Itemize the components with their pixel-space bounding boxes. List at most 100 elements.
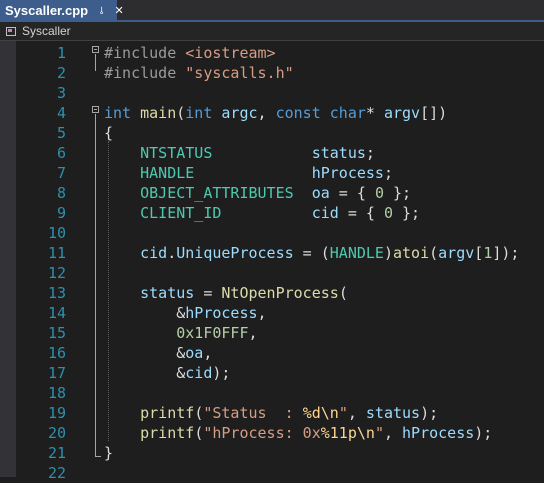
code-line[interactable]: 2 #include "syscalls.h" (0, 63, 544, 83)
code-line[interactable]: 20 printf("hProcess: 0x%11p\n", hProcess… (0, 423, 544, 443)
code-token: cid (311, 204, 339, 222)
code-line[interactable]: 1 #include <iostream> (0, 43, 544, 63)
code-line[interactable]: 16 &oa, (0, 343, 544, 363)
code-line[interactable]: 22 (0, 463, 544, 483)
collapse-icon-main[interactable] (92, 106, 99, 113)
code-token: NTSTATUS (140, 144, 213, 162)
code-text: #include <iostream> (104, 43, 276, 63)
code-token: printf (140, 404, 195, 422)
code-token: ]); (492, 244, 520, 262)
fold-guide-main (95, 114, 96, 456)
code-token: ( (194, 424, 204, 442)
code-token: 0 (374, 184, 384, 202)
fold-guide-includes (95, 54, 96, 71)
code-token: "hProcess: 0x (203, 424, 321, 442)
code-token: \n (320, 404, 339, 422)
code-token: atoi (393, 244, 430, 262)
code-text: int main(int argc, const char* argv[]) (104, 103, 447, 123)
code-text: 0x1F0FFF, (104, 323, 258, 343)
line-number: 8 (56, 184, 66, 202)
code-token: ); (212, 364, 231, 382)
code-token: }; (383, 184, 412, 202)
close-icon[interactable]: ✕ (115, 4, 124, 17)
code-line[interactable]: 6 NTSTATUS status; (0, 143, 544, 163)
tab-syscaller-cpp[interactable]: Syscaller.cpp ⊸ ✕ (0, 0, 124, 20)
code-editor[interactable]: 1 #include <iostream> 2 #include "syscalls.… (0, 41, 544, 482)
pin-icon[interactable]: ⊸ (96, 6, 107, 14)
code-line[interactable]: 11 cid.UniqueProcess = (HANDLE)atoi(argv… (0, 243, 544, 263)
code-token: OBJECT_ATTRIBUTES (140, 184, 294, 202)
code-token: main (140, 104, 177, 122)
code-line[interactable]: 9 CLIENT_ID cid = { 0 }; (0, 203, 544, 223)
code-line[interactable]: 19 printf("Status : %d\n", status); (0, 403, 544, 423)
code-line[interactable]: 21} (0, 443, 544, 463)
line-number: 17 (47, 364, 66, 382)
project-dropdown[interactable]: Syscaller (22, 24, 71, 38)
code-line[interactable]: 13 status = NtOpenProcess( (0, 283, 544, 303)
code-token: "Status : (203, 404, 303, 422)
code-token: ( (338, 284, 348, 302)
code-token: printf (140, 424, 195, 442)
line-number: 16 (47, 344, 66, 362)
code-token: = (194, 284, 222, 302)
fold-end-main (95, 456, 101, 457)
code-line[interactable]: 12 (0, 263, 544, 283)
code-token: argc (221, 104, 258, 122)
code-token: []) (420, 104, 448, 122)
line-number: 11 (47, 244, 66, 262)
code-token: ); (420, 404, 439, 422)
project-icon (6, 26, 16, 36)
code-text: printf("hProcess: 0x%11p\n", hProcess); (104, 423, 492, 443)
code-token: 1 (483, 244, 493, 262)
code-token: HANDLE (329, 244, 384, 262)
line-number: 2 (56, 64, 66, 82)
indent-guide (108, 141, 109, 441)
code-token: <iostream> (185, 44, 276, 62)
code-token: , (383, 424, 403, 442)
code-text: #include "syscalls.h" (104, 63, 294, 83)
code-token: , (248, 324, 258, 342)
code-line[interactable]: 17 &cid); (0, 363, 544, 383)
code-token: ( (176, 104, 186, 122)
line-number: 15 (47, 324, 66, 342)
code-token: %11p (320, 424, 357, 442)
collapse-icon-includes[interactable] (92, 46, 99, 53)
code-line[interactable]: 4 int main(int argc, const char* argv[]) (0, 103, 544, 123)
code-token: , (257, 304, 267, 322)
line-number: 21 (47, 444, 66, 462)
code-line[interactable]: 8 OBJECT_ATTRIBUTES oa = { 0 }; (0, 183, 544, 203)
code-token: = { (338, 204, 384, 222)
code-token: cid (185, 364, 213, 382)
tab-bar: Syscaller.cpp ⊸ ✕ (0, 0, 544, 22)
code-line[interactable]: 5{ (0, 123, 544, 143)
line-number: 5 (56, 124, 66, 142)
navigation-bar: Syscaller (0, 22, 544, 41)
code-token: const (275, 104, 321, 122)
code-line[interactable]: 14 &hProcess, (0, 303, 544, 323)
code-token: ; (365, 144, 375, 162)
code-line[interactable]: 7 HANDLE hProcess; (0, 163, 544, 183)
code-token: oa (185, 344, 204, 362)
code-token: 0 (383, 204, 393, 222)
code-line[interactable]: 10 (0, 223, 544, 243)
code-token: "syscalls.h" (185, 64, 294, 82)
code-line[interactable]: 15 0x1F0FFF, (0, 323, 544, 343)
code-line[interactable]: 18 (0, 383, 544, 403)
code-token: hProcess (311, 164, 384, 182)
line-number: 19 (47, 404, 66, 422)
line-number: 13 (47, 284, 66, 302)
code-text: OBJECT_ATTRIBUTES oa = { 0 }; (104, 183, 411, 203)
code-token: int (185, 104, 213, 122)
code-token: CLIENT_ID (140, 204, 222, 222)
code-line[interactable]: 3 (0, 83, 544, 103)
code-token: oa (311, 184, 330, 202)
line-number: 14 (47, 304, 66, 322)
code-text: &hProcess, (104, 303, 267, 323)
code-text: NTSTATUS status; (104, 143, 375, 163)
code-token: hProcess (402, 424, 475, 442)
